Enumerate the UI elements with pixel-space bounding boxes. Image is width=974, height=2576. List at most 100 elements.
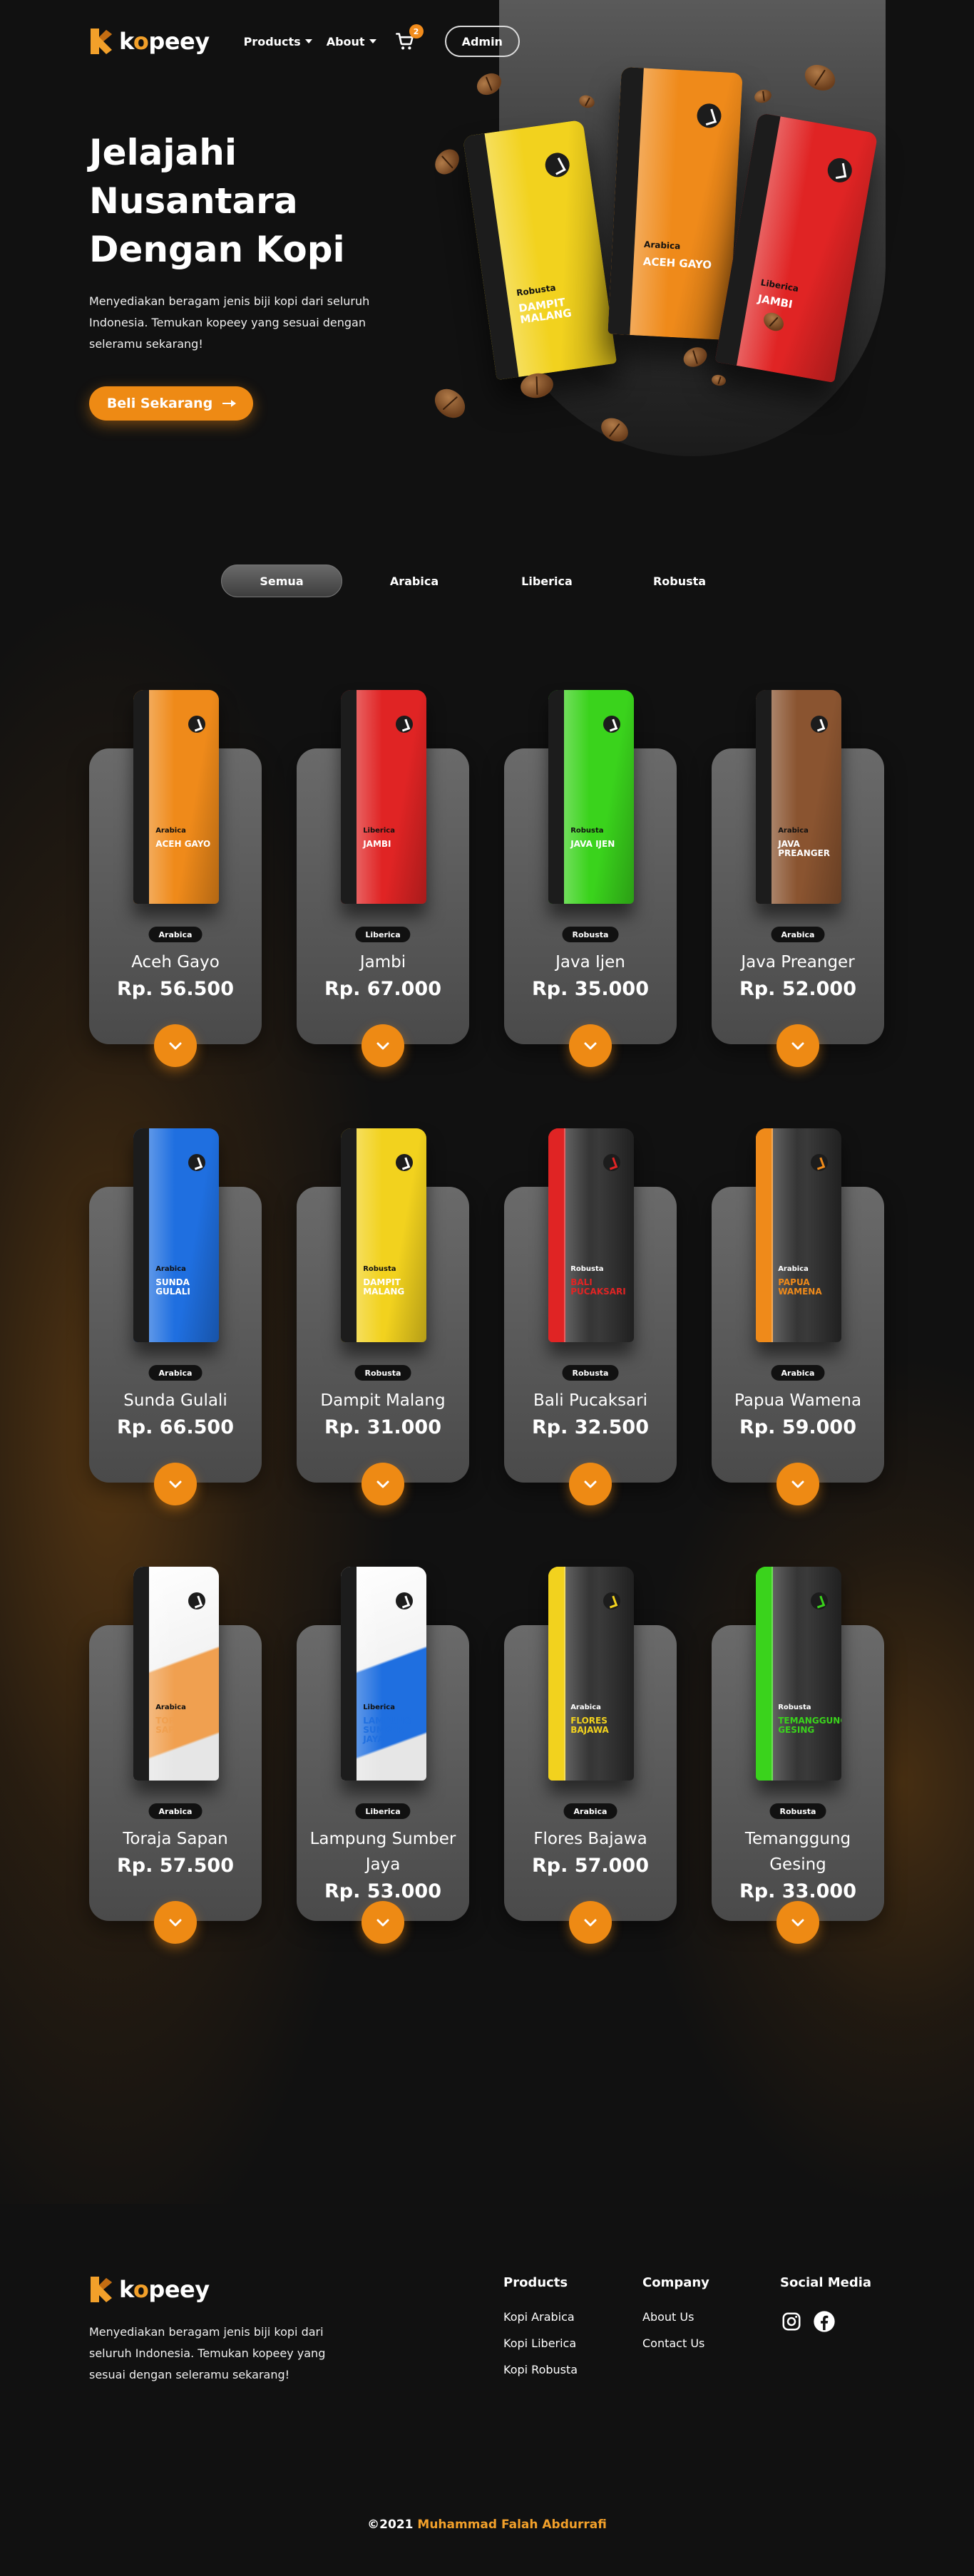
brand-logo[interactable]: kopeey [89,27,210,56]
product-price: Rp. 52.000 [739,978,856,1000]
bag-shine [148,690,175,904]
footer-link-about-us[interactable]: About Us [642,2310,709,2324]
tab-arabica[interactable]: Arabica [354,565,475,597]
product-price: Rp. 53.000 [324,1880,441,1902]
product-name: Temanggung Gesing [744,1830,851,1874]
bag-gusset [548,690,564,904]
chevron-down-icon [584,1919,597,1927]
facebook-icon[interactable] [813,2310,836,2333]
bag-shine [356,690,382,904]
instagram-icon[interactable] [780,2310,803,2333]
category-badge: Arabica [771,927,825,942]
hero-title: Jelajahi Nusantara Dengan Kopi [89,132,345,270]
product-card-bali-pucaksari[interactable]: Robusta Bali Pucaksari Robusta Bali Pucaksa… [504,1128,677,1505]
bag-gusset [548,1567,564,1781]
expand-product-button[interactable] [776,1901,819,1944]
bag-shine [356,1567,382,1781]
bag-logo-icon [603,1592,620,1609]
product-price: Rp. 31.000 [324,1416,441,1438]
admin-button[interactable]: Admin [444,26,520,57]
expand-product-button[interactable] [569,1024,612,1067]
product-card-java-preanger[interactable]: Arabica Java Preanger Arabica Java Preanger… [712,690,884,1067]
expand-product-button[interactable] [362,1901,404,1944]
nav-products-dropdown[interactable]: Products [244,35,312,48]
footer-link-kopi-arabica[interactable]: Kopi Arabica [503,2310,578,2324]
expand-product-button[interactable] [569,1463,612,1505]
footer-logo[interactable]: kopeey [89,2275,210,2304]
tab-robusta[interactable]: Robusta [619,565,740,597]
footer-link-kopi-liberica[interactable]: Kopi Liberica [503,2337,578,2350]
category-badge: Arabica [148,1803,203,1819]
category-badge: Liberica [355,927,411,942]
chevron-down-icon [376,1919,389,1927]
product-bag-image: Robusta Java Ijen [548,690,634,904]
chevron-down-icon [169,1919,182,1927]
product-card-java-ijen[interactable]: Robusta Java Ijen Robusta Java Ijen Rp. 35.0… [504,690,677,1067]
expand-product-button[interactable] [776,1463,819,1505]
logo-mark-icon [91,29,112,54]
footer-link-contact-us[interactable]: Contact Us [642,2337,709,2350]
product-bag-image: Robusta Dampit Malang [341,1128,426,1342]
tab-liberica[interactable]: Liberica [486,565,608,597]
bag-shine [563,690,590,904]
product-card-papua-wamena[interactable]: Arabica Papua Wamena Arabica Papua Wamena Rp… [712,1128,884,1505]
bag-type-label: Arabica [778,1265,809,1273]
bag-name-label: Temanggung Gesing [778,1716,841,1735]
buy-now-button[interactable]: Beli Sekarang [89,386,253,421]
bag-logo-icon [825,155,854,185]
bag-name-label: Dampit Malang [363,1277,405,1297]
product-card-toraja-sapan[interactable]: Arabica Toraja Sapan Arabica Toraja Sapan Rp… [89,1567,262,1944]
bag-logo-icon [395,1592,413,1609]
product-card-flores-bajawa[interactable]: Arabica Flores Bajawa Arabica Flores Bajawa… [504,1567,677,1944]
bag-shine [356,1128,382,1342]
product-price: Rp. 57.000 [532,1855,649,1877]
cart-button[interactable]: 2 [395,24,424,51]
bag-name-label: Sunda Gulali [155,1277,190,1297]
footer-social-column: Social Media [780,2275,871,2333]
product-price: Rp. 33.000 [739,1880,856,1902]
category-badge: Arabica [148,1365,203,1381]
bag-logo-icon [810,1154,828,1171]
product-name: Flores Bajawa [533,1830,647,1848]
copyright-year: ©2021 [367,2518,414,2532]
product-card-dampit-malang[interactable]: Robusta Dampit Malang Robusta Dampit Malang… [297,1128,469,1505]
expand-product-button[interactable] [776,1024,819,1067]
expand-product-button[interactable] [154,1901,197,1944]
copyright-author[interactable]: Muhammad Falah Abdurrafi [417,2518,606,2532]
logo-mark-icon [91,2277,112,2302]
hero-description: Menyediakan beragam jenis biji kopi dari… [89,294,370,351]
bag-type-label: Arabica [570,1704,601,1711]
nav-links: Products About 2 Admin [244,24,520,57]
bag-logo-icon [603,716,620,733]
expand-product-button[interactable] [569,1901,612,1944]
product-name: Bali Pucaksari [533,1391,647,1410]
product-card-lampung-sumber-jaya[interactable]: Liberica Lampung Sumber Jaya Liberica Lampu… [297,1567,469,1944]
product-price: Rp. 67.000 [324,978,441,1000]
expand-product-button[interactable] [154,1463,197,1505]
product-card-aceh-gayo[interactable]: Arabica Aceh Gayo Arabica Aceh Gayo Rp. 56.5… [89,690,262,1067]
product-name: Dampit Malang [320,1391,446,1410]
bag-name-label: Flores Bajawa [570,1716,609,1735]
bag-type-label: Robusta [778,1704,811,1711]
nav-about-dropdown[interactable]: About [327,35,376,48]
social-links [780,2310,871,2333]
bag-name-label: Jambi [363,839,391,849]
footer-link-kopi-robusta[interactable]: Kopi Robusta [503,2363,578,2376]
chevron-down-icon [791,1480,804,1488]
bag-type-label: Liberica [363,827,395,835]
product-bag-image: Liberica Jambi [341,690,426,904]
product-name: Sunda Gulali [123,1391,227,1410]
product-card-temanggung-gesing[interactable]: Robusta Temanggung Gesing Robusta Temanggun… [712,1567,884,1944]
expand-product-button[interactable] [362,1463,404,1505]
expand-product-button[interactable] [362,1024,404,1067]
product-name: Lampung Sumber Jaya [309,1830,456,1874]
bag-shine [563,1567,590,1781]
expand-product-button[interactable] [154,1024,197,1067]
category-badge: Robusta [562,1365,619,1381]
footer: kopeey Menyediakan beragam jenis biji ko… [0,2204,974,2576]
footer-company-column: Company About Us Contact Us [642,2275,709,2363]
product-card-sunda-gulali[interactable]: Arabica Sunda Gulali Arabica Sunda Gulali Rp… [89,1128,262,1505]
tab-semua[interactable]: Semua [221,565,342,597]
bag-gusset [756,1567,771,1781]
product-card-jambi[interactable]: Liberica Jambi Liberica Jambi Rp. 67.000 [297,690,469,1067]
